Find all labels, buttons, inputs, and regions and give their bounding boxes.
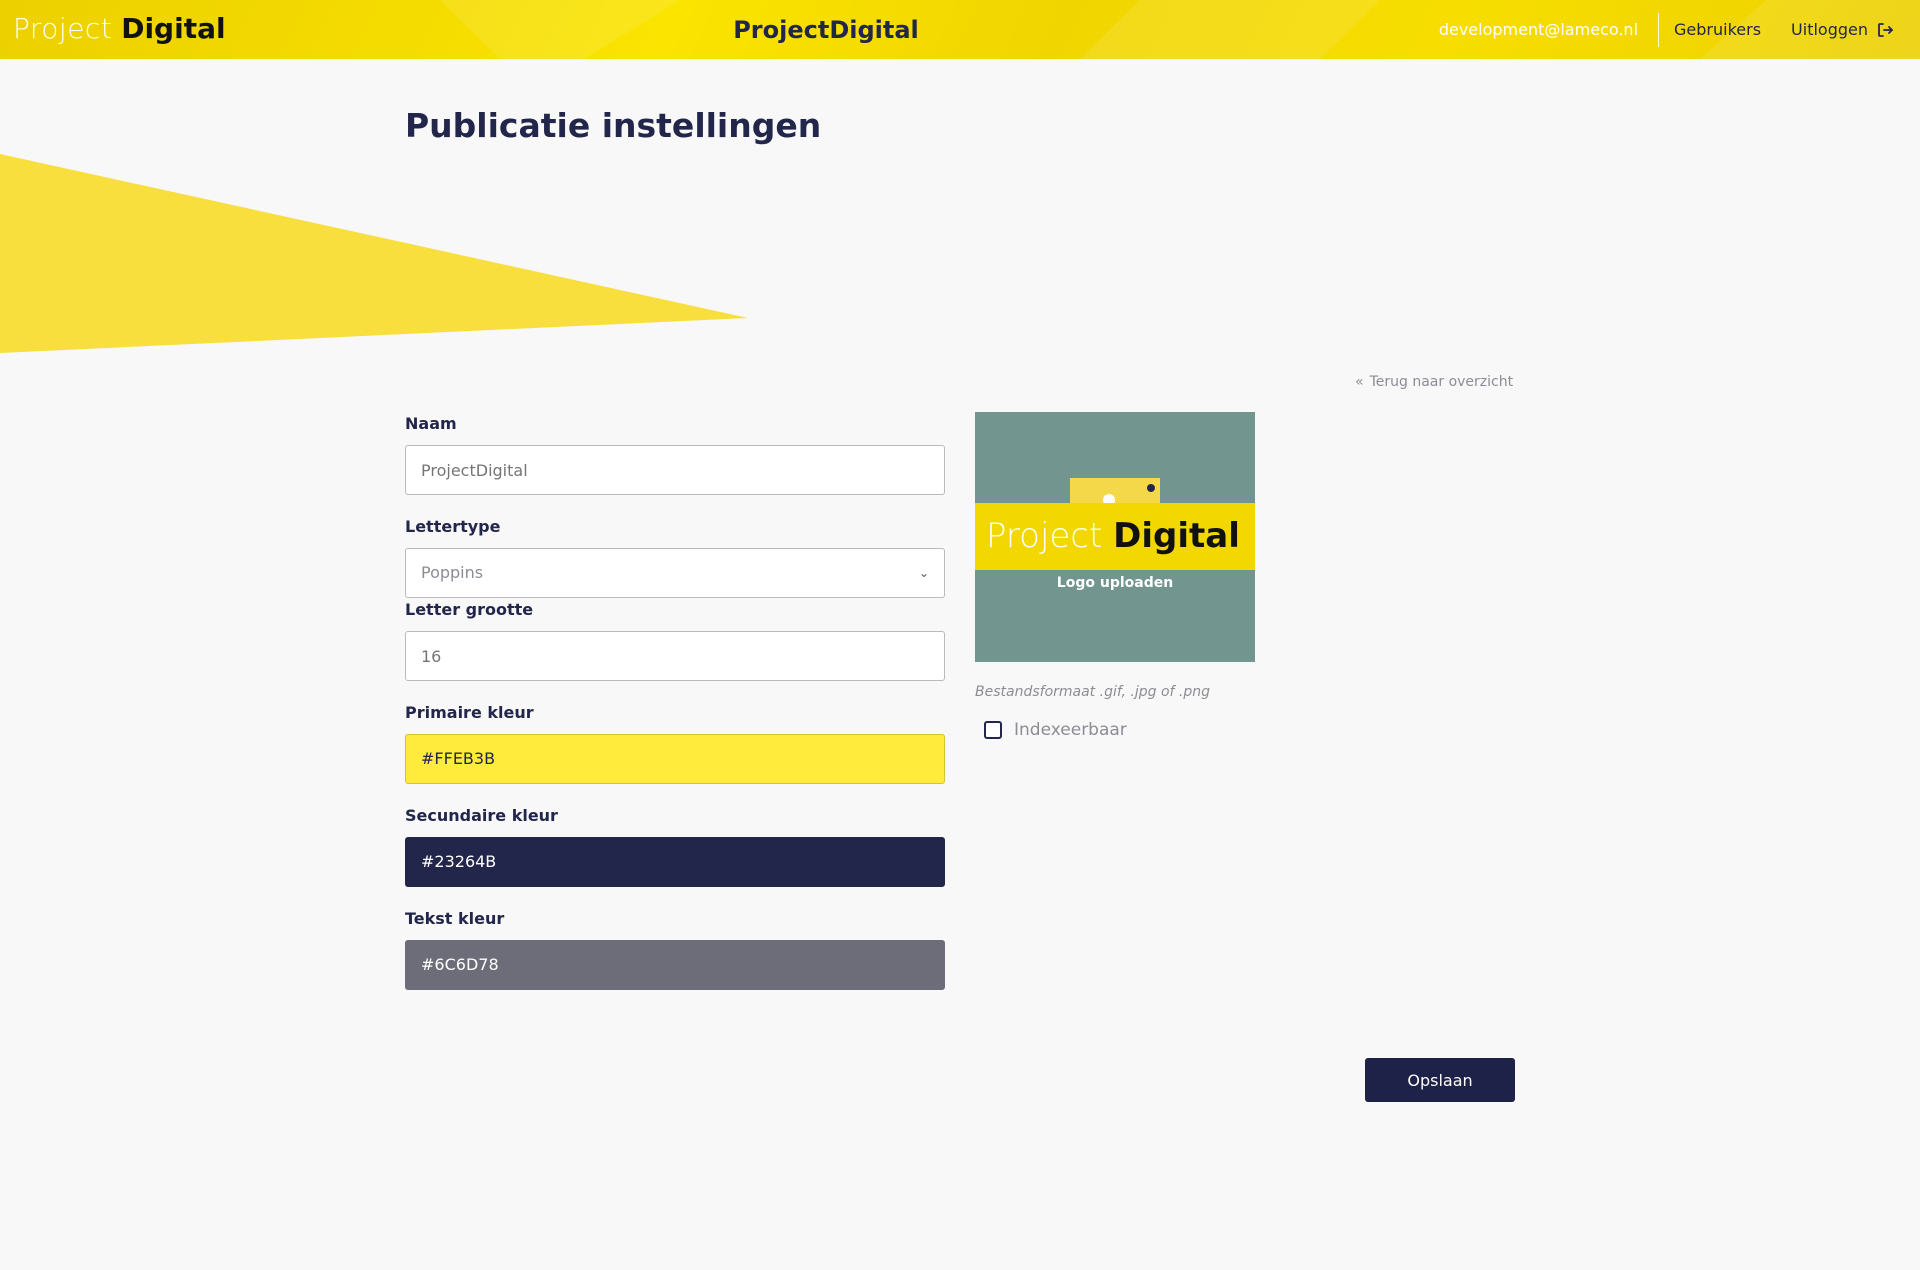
- file-format-hint: Bestandsformaat .gif, .jpg of .png: [975, 684, 1211, 700]
- app-title: ProjectDigital: [733, 16, 919, 44]
- font-label: Lettertype: [405, 517, 501, 536]
- secondary-color-input[interactable]: #23264B: [405, 837, 945, 887]
- logout-label: Uitloggen: [1791, 20, 1868, 39]
- indexable-checkbox[interactable]: [984, 721, 1002, 739]
- primary-color-label: Primaire kleur: [405, 703, 534, 722]
- logout-icon: [1878, 22, 1893, 37]
- font-select[interactable]: Poppins ⌄: [405, 548, 945, 598]
- double-chevron-left-icon: «: [1355, 374, 1364, 390]
- chevron-down-icon: ⌄: [918, 566, 929, 580]
- indexable-checkbox-row[interactable]: Indexeerbaar: [984, 720, 1127, 740]
- page-title: Publicatie instellingen: [405, 106, 822, 145]
- image-placeholder-dot: [1147, 484, 1155, 492]
- header-nav: development@lameco.nl Gebruikers Uitlogg…: [1439, 0, 1894, 59]
- font-select-value: Poppins: [421, 563, 484, 582]
- text-color-input[interactable]: #6C6D78: [405, 940, 945, 990]
- back-link-label: Terug naar overzicht: [1369, 374, 1514, 390]
- logo-upload[interactable]: Project Digital Logo uploaden: [975, 412, 1255, 662]
- secondary-color-label: Secundaire kleur: [405, 806, 558, 825]
- decorative-yellow-wedge: [0, 154, 748, 353]
- users-link[interactable]: Gebruikers: [1659, 20, 1761, 39]
- text-color-label: Tekst kleur: [405, 909, 505, 928]
- user-email: development@lameco.nl: [1438, 20, 1639, 39]
- logo-preview-bold: Digital: [1113, 516, 1240, 556]
- logo-preview-light: Project: [986, 516, 1103, 556]
- logout-link[interactable]: Uitloggen: [1761, 20, 1894, 39]
- name-label: Naam: [405, 414, 457, 433]
- image-placeholder-icon: [1070, 478, 1160, 506]
- primary-color-input[interactable]: #FFEB3B: [405, 734, 945, 784]
- save-button[interactable]: Opslaan: [1365, 1058, 1515, 1102]
- font-size-label: Letter grootte: [405, 600, 534, 619]
- name-input[interactable]: [405, 445, 945, 495]
- logo-preview: Project Digital: [975, 503, 1255, 570]
- logo-upload-caption: Logo uploaden: [1056, 575, 1174, 591]
- top-bar: Project Digital ProjectDigital developme…: [0, 0, 1920, 59]
- indexable-label: Indexeerbaar: [1014, 720, 1127, 740]
- font-size-input[interactable]: [405, 631, 945, 681]
- back-to-overview-link[interactable]: « Terug naar overzicht: [1355, 374, 1513, 390]
